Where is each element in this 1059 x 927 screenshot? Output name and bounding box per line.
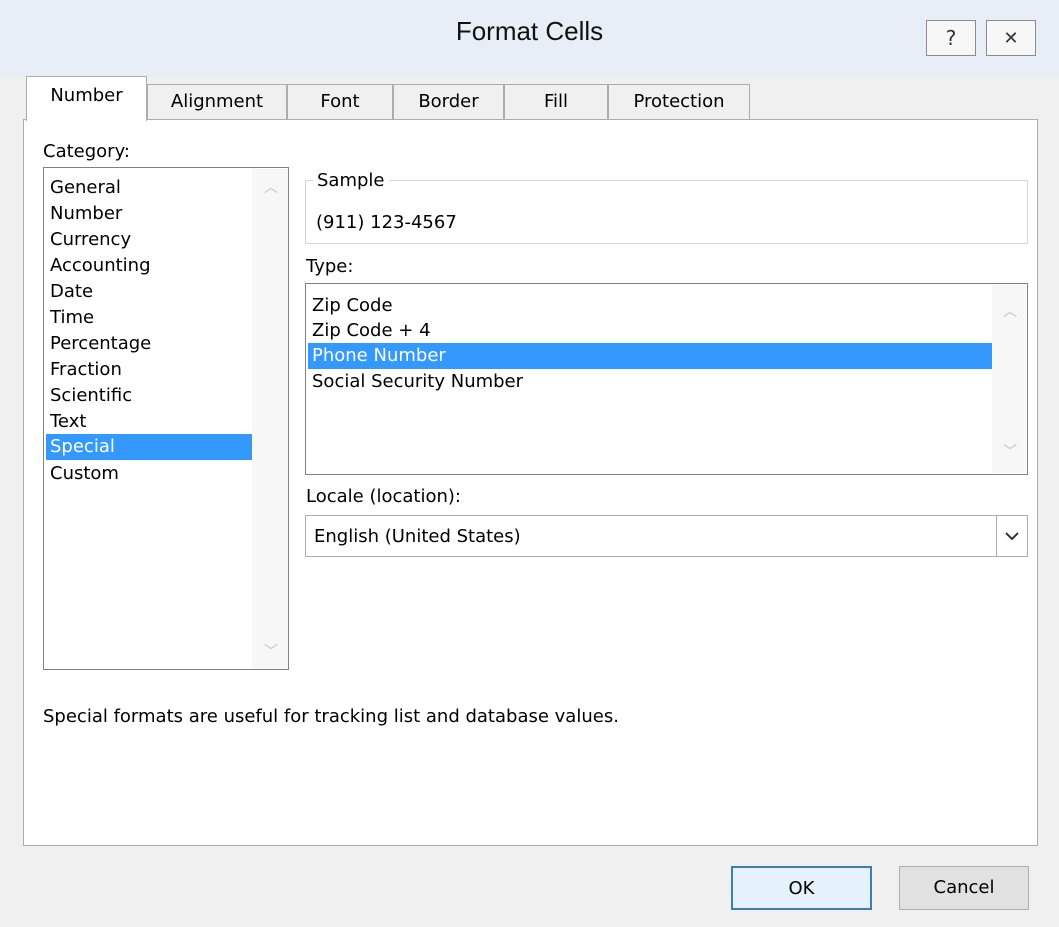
category-item-number[interactable]: Number bbox=[50, 201, 122, 227]
close-button[interactable]: ✕ bbox=[986, 20, 1036, 56]
locale-value: English (United States) bbox=[314, 526, 521, 547]
help-icon: ? bbox=[945, 26, 957, 50]
type-label: Type: bbox=[306, 256, 354, 277]
category-item-scientific[interactable]: Scientific bbox=[50, 383, 132, 409]
sample-value: (911) 123-4567 bbox=[316, 212, 457, 233]
category-item-accounting[interactable]: Accounting bbox=[50, 253, 151, 279]
category-item-special[interactable]: Special bbox=[46, 434, 254, 460]
category-item-text[interactable]: Text bbox=[50, 409, 86, 435]
type-item-social-security-number[interactable]: Social Security Number bbox=[312, 369, 523, 395]
format-description: Special formats are useful for tracking … bbox=[43, 706, 619, 727]
category-item-custom[interactable]: Custom bbox=[50, 461, 119, 487]
locale-dropdown[interactable]: English (United States) bbox=[305, 515, 1028, 557]
type-list[interactable]: Zip Code Zip Code + 4 Phone Number Socia… bbox=[305, 283, 1028, 475]
category-label: Category: bbox=[43, 141, 130, 162]
category-item-date[interactable]: Date bbox=[50, 279, 93, 305]
category-item-time[interactable]: Time bbox=[50, 305, 94, 331]
help-button[interactable]: ? bbox=[926, 20, 976, 56]
category-scrollbar[interactable]: ︿ ﹀ bbox=[252, 169, 288, 668]
tab-alignment[interactable]: Alignment bbox=[147, 84, 287, 120]
type-item-zip-code-plus-4[interactable]: Zip Code + 4 bbox=[312, 318, 431, 344]
category-list[interactable]: General Number Currency Accounting Date … bbox=[43, 167, 289, 670]
tab-border[interactable]: Border bbox=[393, 84, 504, 120]
dialog-title: Format Cells bbox=[455, 16, 604, 46]
scroll-up-icon[interactable]: ︿ bbox=[264, 177, 278, 197]
category-item-percentage[interactable]: Percentage bbox=[50, 331, 151, 357]
category-item-general[interactable]: General bbox=[50, 175, 121, 201]
close-icon: ✕ bbox=[1003, 27, 1019, 49]
scroll-up-icon[interactable]: ︿ bbox=[1003, 301, 1017, 321]
tab-number[interactable]: Number bbox=[26, 76, 147, 121]
chevron-down-icon[interactable] bbox=[996, 516, 1027, 556]
cancel-button[interactable]: Cancel bbox=[899, 866, 1029, 910]
tab-font[interactable]: Font bbox=[287, 84, 393, 120]
type-item-zip-code[interactable]: Zip Code bbox=[312, 293, 393, 319]
tab-protection[interactable]: Protection bbox=[608, 84, 750, 120]
category-item-currency[interactable]: Currency bbox=[50, 227, 131, 253]
ok-button[interactable]: OK bbox=[731, 866, 872, 910]
locale-label: Locale (location): bbox=[306, 486, 461, 507]
type-item-phone-number[interactable]: Phone Number bbox=[308, 343, 995, 369]
scroll-down-icon[interactable]: ﹀ bbox=[1003, 441, 1017, 461]
scroll-down-icon[interactable]: ﹀ bbox=[264, 641, 278, 661]
type-scrollbar[interactable]: ︿ ﹀ bbox=[992, 285, 1026, 473]
tab-fill[interactable]: Fill bbox=[504, 84, 608, 120]
sample-label: Sample bbox=[313, 170, 389, 191]
category-item-fraction[interactable]: Fraction bbox=[50, 357, 122, 383]
